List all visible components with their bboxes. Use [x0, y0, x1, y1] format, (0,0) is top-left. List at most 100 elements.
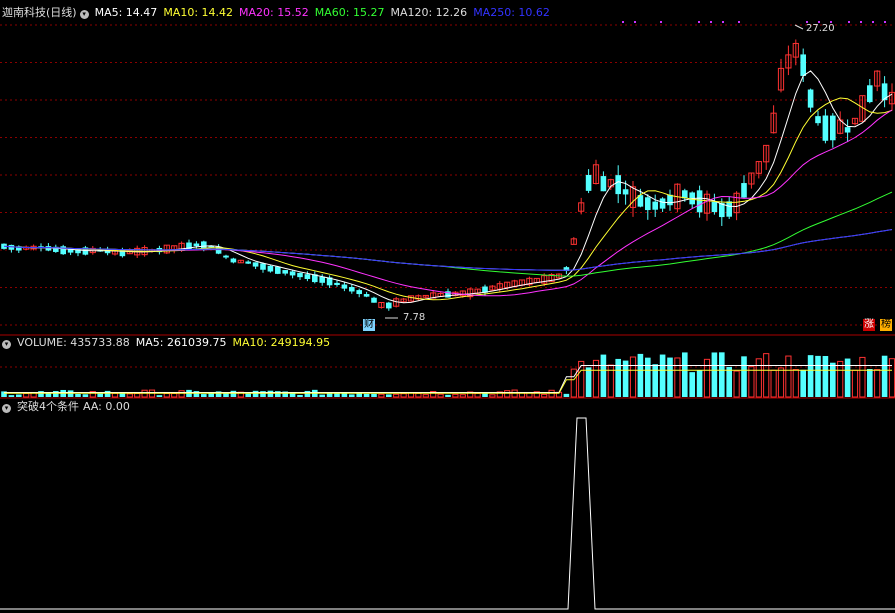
- candle-body: [193, 243, 200, 247]
- volume-bar: [541, 393, 548, 398]
- candle-body: [844, 127, 851, 133]
- candle-body: [830, 115, 836, 141]
- candle-body: [245, 261, 251, 264]
- chevron-down-icon[interactable]: ▾: [2, 340, 11, 349]
- candle-body: [600, 176, 607, 192]
- volume-bar: [645, 357, 651, 397]
- volume-bar: [815, 355, 821, 397]
- volume-bar: [341, 393, 348, 397]
- volume-bar: [844, 358, 851, 397]
- ranking-badge[interactable]: 榜: [880, 319, 892, 331]
- volume-bar: [97, 393, 103, 397]
- volume-title: VOLUME: 435733.88: [17, 336, 130, 349]
- volume-bar: [363, 393, 370, 397]
- volume-bar: [851, 369, 859, 398]
- candle-body: [334, 282, 340, 285]
- signal-dot: [722, 21, 724, 23]
- volume-bar: [163, 392, 170, 398]
- candle-body: [696, 190, 703, 213]
- candle-body: [741, 183, 747, 198]
- volume-bar: [171, 393, 178, 398]
- candle-body: [297, 272, 303, 278]
- volume-bar: [622, 360, 629, 397]
- volume-bar: [696, 370, 703, 397]
- volume-ma10-line: [4, 369, 892, 394]
- chevron-down-icon[interactable]: ▾: [79, 10, 89, 19]
- candle-body: [289, 271, 296, 276]
- volume-bar: [178, 390, 185, 398]
- volume-bar: [378, 393, 385, 398]
- volume-bar: [230, 390, 237, 397]
- signal-dot: [622, 21, 624, 23]
- volume-bar: [356, 393, 362, 397]
- candle-body: [585, 174, 592, 191]
- volume-bar: [104, 390, 111, 397]
- ma5-line: [3, 70, 893, 304]
- volume-bar: [585, 367, 592, 397]
- volume-bar: [371, 393, 377, 397]
- candle-body: [356, 290, 362, 295]
- volume-ma5-label: MA5: 261039.75: [135, 336, 227, 349]
- stock-title[interactable]: 迦南科技(日线): [2, 6, 77, 19]
- low-price-label: 7.78: [403, 312, 426, 323]
- indicator-panel-header: ▾ 突破4个条件 AA: 0.00: [2, 400, 136, 413]
- volume-bar: [415, 392, 422, 398]
- volume-bar: [400, 393, 407, 398]
- signal-dot: [660, 21, 662, 23]
- candle-body: [645, 197, 651, 211]
- candle-body: [349, 287, 355, 292]
- volume-bar: [777, 367, 785, 398]
- chevron-down-icon[interactable]: ▾: [2, 404, 11, 413]
- ma-label-0: MA5: 14.47: [94, 6, 158, 19]
- volume-bar: [111, 392, 119, 398]
- candle-body: [807, 89, 814, 108]
- signal-dot: [738, 21, 740, 23]
- limit-up-badge[interactable]: 涨: [863, 319, 875, 331]
- volume-bar: [726, 366, 732, 397]
- signal-dot: [860, 21, 862, 23]
- ma-label-3: MA60: 15.27: [314, 6, 385, 19]
- volume-bar: [267, 390, 274, 397]
- stock-chart[interactable]: [0, 0, 895, 613]
- candle-body: [252, 262, 259, 267]
- finance-badge[interactable]: 财: [363, 319, 375, 331]
- volume-bar: [386, 394, 392, 397]
- volume-bar: [682, 352, 688, 397]
- volume-bar: [134, 393, 141, 398]
- volume-bar: [874, 369, 881, 398]
- volume-bar: [349, 394, 355, 397]
- volume-bar: [82, 394, 89, 397]
- candle-body: [371, 297, 377, 303]
- signal-dot: [710, 21, 712, 23]
- volume-bar: [297, 394, 303, 397]
- candle-body: [386, 302, 392, 309]
- candle-body: [341, 284, 348, 289]
- signal-dot: [698, 21, 700, 23]
- volume-bar: [807, 355, 814, 397]
- volume-bar: [489, 394, 496, 398]
- volume-bar: [504, 390, 511, 398]
- candle-body: [260, 263, 266, 270]
- volume-bar: [615, 358, 621, 397]
- candle-body: [282, 270, 288, 274]
- signal-dot: [848, 21, 850, 23]
- signal-dot: [634, 21, 636, 23]
- volume-bar: [474, 392, 481, 398]
- volume-bar: [881, 355, 888, 397]
- ma-legend: MA5: 14.47 MA10: 14.42 MA20: 15.52 MA60: 15…: [95, 6, 556, 19]
- candle-body: [119, 249, 126, 257]
- signal-dot: [872, 21, 874, 23]
- volume-bar: [252, 390, 259, 397]
- candle-body: [60, 246, 66, 255]
- volume-bar: [733, 370, 740, 398]
- volume-bar: [563, 393, 570, 397]
- volume-bar: [75, 393, 81, 397]
- aa-indicator-line: [0, 417, 895, 610]
- volume-bar: [245, 393, 251, 397]
- volume-bar: [393, 393, 400, 398]
- volume-bar: [703, 358, 711, 398]
- volume-bar: [201, 394, 207, 397]
- ma60-line: [3, 191, 893, 277]
- volume-bar: [53, 391, 59, 397]
- candle-body: [726, 201, 732, 217]
